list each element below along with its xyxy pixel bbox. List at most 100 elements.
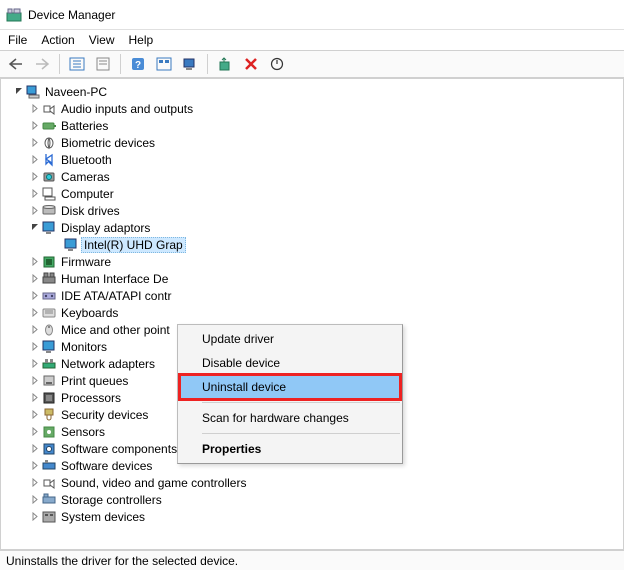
tree-item-label: Print queues — [61, 374, 128, 388]
show-hide-tree-button[interactable] — [65, 53, 89, 75]
tree-item-label: Audio inputs and outputs — [61, 102, 193, 116]
tree-category[interactable]: Disk drives — [7, 202, 623, 219]
tree-root[interactable]: Naveen-PC — [7, 83, 623, 100]
device-category-icon — [41, 288, 57, 304]
expand-arrow-icon[interactable] — [29, 104, 41, 113]
expand-arrow-icon[interactable] — [29, 495, 41, 504]
context-menu-item[interactable]: Update driver — [180, 327, 400, 351]
tree-category[interactable]: Audio inputs and outputs — [7, 100, 623, 117]
device-category-icon — [41, 203, 57, 219]
tree-item-label: Computer — [61, 187, 114, 201]
expand-arrow-icon[interactable] — [29, 410, 41, 419]
action-button[interactable] — [152, 53, 176, 75]
collapse-arrow-icon[interactable] — [29, 223, 41, 232]
menu-action[interactable]: Action — [41, 33, 74, 47]
expand-arrow-icon[interactable] — [29, 274, 41, 283]
device-category-icon — [41, 169, 57, 185]
device-category-icon — [41, 135, 57, 151]
tree-category[interactable]: Batteries — [7, 117, 623, 134]
toolbar-separator — [59, 54, 60, 74]
expand-arrow-icon[interactable] — [29, 172, 41, 181]
menu-help[interactable]: Help — [129, 33, 154, 47]
tree-item-label: Processors — [61, 391, 121, 405]
expand-arrow-icon[interactable] — [29, 393, 41, 402]
tree-item-label: Software components — [61, 442, 177, 456]
device-category-icon — [41, 271, 57, 287]
expand-arrow-icon[interactable] — [29, 427, 41, 436]
tree-item-label: Batteries — [61, 119, 108, 133]
tree-device[interactable]: Intel(R) UHD Grap — [7, 236, 623, 253]
update-driver-button[interactable] — [213, 53, 237, 75]
expand-arrow-icon[interactable] — [29, 155, 41, 164]
tree-category[interactable]: Display adaptors — [7, 219, 623, 236]
expand-arrow-icon[interactable] — [29, 325, 41, 334]
menu-file[interactable]: File — [8, 33, 27, 47]
device-category-icon — [25, 84, 41, 100]
expand-arrow-icon[interactable] — [29, 512, 41, 521]
device-category-icon — [41, 186, 57, 202]
expand-arrow-icon[interactable] — [29, 308, 41, 317]
tree-category[interactable]: Sound, video and game controllers — [7, 474, 623, 491]
tree-category[interactable]: Human Interface De — [7, 270, 623, 287]
expand-arrow-icon[interactable] — [29, 444, 41, 453]
device-category-icon — [41, 390, 57, 406]
properties-button[interactable] — [91, 53, 115, 75]
device-category-icon — [41, 322, 57, 338]
context-menu-item[interactable]: Uninstall device — [180, 375, 400, 399]
expand-arrow-icon[interactable] — [29, 359, 41, 368]
tree-item-label: Monitors — [61, 340, 107, 354]
tree-item-label: Disk drives — [61, 204, 120, 218]
svg-text:?: ? — [135, 60, 141, 71]
expand-arrow-icon[interactable] — [29, 461, 41, 470]
device-category-icon — [41, 356, 57, 372]
forward-button[interactable] — [30, 53, 54, 75]
device-category-icon — [41, 492, 57, 508]
context-menu-item[interactable]: Scan for hardware changes — [180, 406, 400, 430]
expand-arrow-icon[interactable] — [29, 257, 41, 266]
back-button[interactable] — [4, 53, 28, 75]
device-category-icon — [41, 305, 57, 321]
tree-category[interactable]: Cameras — [7, 168, 623, 185]
context-menu-separator — [202, 433, 400, 434]
menu-view[interactable]: View — [89, 33, 115, 47]
context-menu-item[interactable]: Disable device — [180, 351, 400, 375]
expand-arrow-icon[interactable] — [29, 376, 41, 385]
tree-category[interactable]: Computer — [7, 185, 623, 202]
device-category-icon — [41, 152, 57, 168]
expand-arrow-icon[interactable] — [29, 342, 41, 351]
tree-category[interactable]: Keyboards — [7, 304, 623, 321]
tree-item-label: Storage controllers — [61, 493, 162, 507]
tree-category[interactable]: Bluetooth — [7, 151, 623, 168]
expand-arrow-icon[interactable] — [29, 291, 41, 300]
device-category-icon — [41, 373, 57, 389]
context-menu-separator — [202, 402, 400, 403]
help-button[interactable]: ? — [126, 53, 150, 75]
tree-category[interactable]: IDE ATA/ATAPI contr — [7, 287, 623, 304]
device-category-icon — [41, 424, 57, 440]
tree-category[interactable]: Storage controllers — [7, 491, 623, 508]
expand-arrow-icon[interactable] — [29, 478, 41, 487]
expand-arrow-icon[interactable] — [29, 189, 41, 198]
collapse-arrow-icon[interactable] — [13, 87, 25, 96]
tree-category[interactable]: Biometric devices — [7, 134, 623, 151]
device-category-icon — [41, 254, 57, 270]
expand-arrow-icon[interactable] — [29, 121, 41, 130]
disable-button[interactable] — [265, 53, 289, 75]
context-menu-item[interactable]: Properties — [180, 437, 400, 461]
uninstall-button[interactable] — [239, 53, 263, 75]
tree-container: Naveen-PC Audio inputs and outputs Batteri… — [0, 78, 624, 550]
tree-item-label: Intel(R) UHD Grap — [81, 237, 186, 253]
device-category-icon — [41, 101, 57, 117]
tree-category[interactable]: Firmware — [7, 253, 623, 270]
context-menu: Update driverDisable deviceUninstall dev… — [177, 324, 403, 464]
tree-category[interactable]: System devices — [7, 508, 623, 525]
tree-item-label: Security devices — [61, 408, 148, 422]
tree-item-label: IDE ATA/ATAPI contr — [61, 289, 171, 303]
scan-hardware-button[interactable] — [178, 53, 202, 75]
statusbar: Uninstalls the driver for the selected d… — [0, 550, 624, 570]
tree-item-label: Biometric devices — [61, 136, 155, 150]
expand-arrow-icon[interactable] — [29, 206, 41, 215]
device-category-icon — [41, 220, 57, 236]
device-category-icon — [41, 441, 57, 457]
expand-arrow-icon[interactable] — [29, 138, 41, 147]
